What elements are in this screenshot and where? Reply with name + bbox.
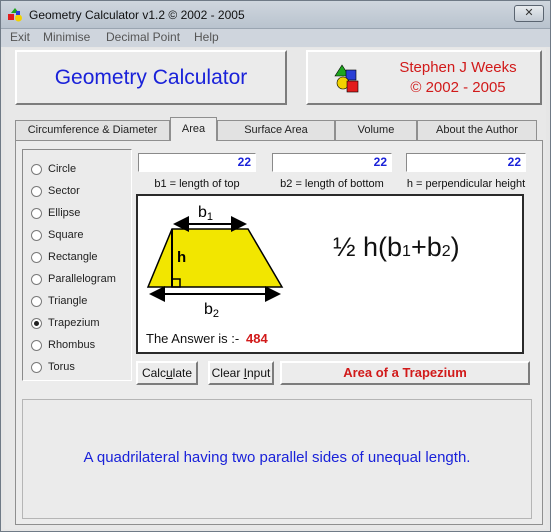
shape-option-square[interactable]: Square — [31, 228, 131, 244]
window-title: Geometry Calculator v1.2 © 2002 - 2005 — [29, 8, 245, 22]
shape-option-triangle[interactable]: Triangle — [31, 294, 131, 310]
result-display: b1 h b2 ½ h(b1+b2) The Answer is :- 484 — [136, 194, 524, 354]
menu-exit[interactable]: Exit — [10, 30, 30, 44]
clear-input-button[interactable]: Clear Input — [208, 361, 274, 385]
radio-button[interactable] — [31, 230, 42, 241]
radio-button[interactable] — [31, 252, 42, 263]
client-area: Geometry Calculator Stephen J Weeks © 20… — [5, 48, 546, 529]
result-title: Area of a Trapezium — [280, 361, 530, 385]
radio-button[interactable] — [31, 362, 42, 373]
tab-about-author[interactable]: About the Author — [417, 120, 537, 140]
formula-suffix: ) — [450, 232, 460, 262]
shape-option-trapezium[interactable]: Trapezium — [31, 316, 131, 332]
clear-post: nput — [247, 366, 271, 380]
author-copyright: © 2002 - 2005 — [410, 79, 506, 96]
shape-option-label: Trapezium — [48, 317, 100, 329]
answer-label: The Answer is :- — [146, 331, 240, 346]
radio-button[interactable] — [31, 274, 42, 285]
shape-option-rectangle[interactable]: Rectangle — [31, 250, 131, 266]
calculate-pre: Calc — [141, 366, 166, 380]
tab-circumference-diameter[interactable]: Circumference & Diameter — [15, 120, 170, 140]
radio-button-selected[interactable] — [31, 318, 42, 329]
shapes-logo-icon — [334, 64, 359, 93]
shape-option-label: Torus — [48, 361, 75, 373]
shape-option-ellipse[interactable]: Ellipse — [31, 206, 131, 222]
formula-prefix: ½ h(b — [333, 232, 403, 262]
app-window: Geometry Calculator v1.2 © 2002 - 2005 ✕… — [0, 0, 551, 532]
trapezium-shape — [146, 228, 284, 288]
area-formula: ½ h(b1+b2) — [333, 232, 460, 263]
area-tab-panel: Circle Sector Ellipse Square Rectangle P… — [15, 140, 543, 525]
calculate-accel: u — [165, 366, 173, 380]
label-h: h — [177, 249, 186, 266]
label-b1-letter: b — [198, 204, 207, 221]
shape-option-rhombus[interactable]: Rhombus — [31, 338, 131, 354]
shape-option-label: Rhombus — [48, 339, 96, 351]
answer-value: 484 — [246, 331, 268, 346]
calculate-post: late — [172, 366, 193, 380]
b1-input[interactable]: 22 — [138, 153, 256, 172]
menu-decimal-point[interactable]: Decimal Point — [106, 30, 180, 44]
author-panel: Stephen J Weeks © 2002 - 2005 — [306, 50, 542, 105]
radio-button[interactable] — [31, 340, 42, 351]
shape-option-circle[interactable]: Circle — [31, 162, 131, 178]
label-b1: b1 — [198, 204, 213, 223]
label-b2: b2 — [204, 301, 219, 320]
clear-pre: Clear — [211, 366, 244, 380]
shape-option-label: Parallelogram — [48, 273, 116, 285]
tab-volume[interactable]: Volume — [335, 120, 417, 140]
radio-button[interactable] — [31, 296, 42, 307]
b1-label: b1 = length of top — [154, 178, 240, 190]
tab-strip: Circumference & Diameter Area Surface Ar… — [15, 117, 543, 141]
shape-option-label: Square — [48, 229, 84, 241]
title-bar[interactable]: Geometry Calculator v1.2 © 2002 - 2005 ✕ — [1, 1, 550, 29]
close-icon: ✕ — [524, 7, 534, 19]
radio-button[interactable] — [31, 208, 42, 219]
shape-description: A quadrilateral having two parallel side… — [83, 449, 471, 466]
menu-minimise[interactable]: Minimise — [43, 30, 90, 44]
menu-bar: Exit Minimise Decimal Point Help — [1, 29, 550, 47]
b2-label: b2 = length of bottom — [280, 178, 384, 190]
radio-button[interactable] — [31, 186, 42, 197]
close-button[interactable]: ✕ — [514, 5, 544, 22]
label-b2-sub: 2 — [213, 308, 219, 320]
author-name: Stephen J Weeks — [399, 59, 517, 76]
h-label: h = perpendicular height — [406, 178, 526, 190]
shape-option-parallelogram[interactable]: Parallelogram — [31, 272, 131, 288]
radio-button[interactable] — [31, 164, 42, 175]
shape-option-torus[interactable]: Torus — [31, 360, 131, 376]
label-b1-sub: 1 — [207, 211, 213, 223]
label-b2-letter: b — [204, 301, 213, 318]
app-title: Geometry Calculator — [54, 65, 248, 89]
app-title-panel: Geometry Calculator — [15, 50, 287, 105]
shape-option-label: Triangle — [48, 295, 88, 307]
menu-help[interactable]: Help — [194, 30, 219, 44]
description-panel: A quadrilateral having two parallel side… — [22, 399, 532, 519]
h-input[interactable]: 22 — [406, 153, 526, 172]
formula-mid: +b — [410, 232, 442, 262]
tab-area[interactable]: Area — [170, 117, 217, 141]
formula-sub1: 1 — [402, 243, 411, 260]
shape-option-label: Ellipse — [48, 207, 81, 219]
formula-sub2: 2 — [441, 243, 451, 260]
shape-radio-group: Circle Sector Ellipse Square Rectangle P… — [22, 149, 132, 381]
b2-input[interactable]: 22 — [272, 153, 392, 172]
shape-option-label: Sector — [48, 185, 80, 197]
tab-surface-area[interactable]: Surface Area — [217, 120, 335, 140]
shape-option-label: Rectangle — [48, 251, 98, 263]
trapezium-diagram: b1 h b2 — [146, 204, 284, 320]
shape-option-label: Circle — [48, 163, 77, 175]
author-credit: Stephen J Weeks © 2002 - 2005 — [378, 58, 538, 98]
geometry-app-icon — [8, 8, 22, 22]
shape-option-sector[interactable]: Sector — [31, 184, 131, 200]
calculate-button[interactable]: Calculate — [136, 361, 198, 385]
